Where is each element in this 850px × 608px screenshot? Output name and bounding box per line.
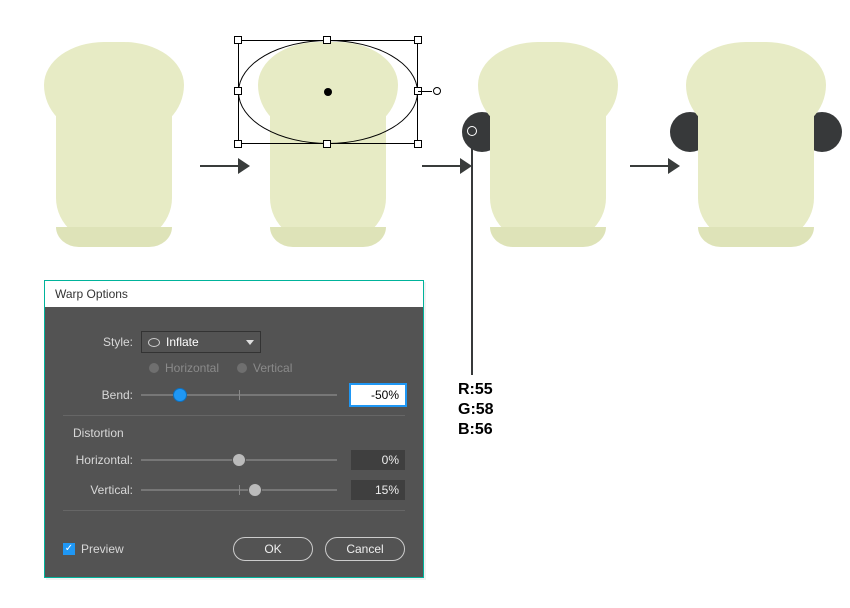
radio-icon bbox=[237, 363, 247, 373]
distortion-label: Distortion bbox=[73, 426, 405, 440]
rotate-handle[interactable] bbox=[433, 87, 441, 95]
body-shadow bbox=[698, 227, 814, 247]
warp-options-dialog: Warp Options Style: Inflate Horizontal V… bbox=[44, 280, 424, 578]
divider bbox=[63, 510, 405, 511]
handle-top-right[interactable] bbox=[414, 36, 422, 44]
style-dropdown[interactable]: Inflate bbox=[141, 331, 261, 353]
axis-radio-group: Horizontal Vertical bbox=[63, 361, 405, 375]
bend-value-input[interactable]: -50% bbox=[351, 385, 405, 405]
dist-h-value-input[interactable]: 0% bbox=[351, 450, 405, 470]
divider bbox=[63, 415, 405, 416]
rgb-readout: R:55 G:58 B:56 bbox=[458, 380, 494, 440]
bend-label: Bend: bbox=[63, 388, 141, 402]
rgb-r-value: R:55 bbox=[458, 380, 494, 400]
checkmark-icon: ✓ bbox=[63, 543, 75, 555]
axis-horizontal-radio[interactable]: Horizontal bbox=[149, 361, 219, 375]
slider-thumb[interactable] bbox=[248, 483, 262, 497]
body-shadow bbox=[56, 227, 172, 247]
axis-vertical-radio[interactable]: Vertical bbox=[237, 361, 292, 375]
chevron-down-icon bbox=[246, 340, 254, 345]
dist-h-slider[interactable] bbox=[141, 450, 337, 470]
dist-h-label: Horizontal: bbox=[63, 453, 141, 467]
head-shape bbox=[686, 42, 826, 132]
selection-bounding-box[interactable] bbox=[238, 40, 418, 144]
arrow-icon bbox=[422, 158, 472, 174]
handle-mid-left[interactable] bbox=[234, 87, 242, 95]
handle-bottom-left[interactable] bbox=[234, 140, 242, 148]
handle-top-mid[interactable] bbox=[323, 36, 331, 44]
dialog-title[interactable]: Warp Options bbox=[45, 281, 423, 307]
head-shape bbox=[44, 42, 184, 132]
rgb-b-value: B:56 bbox=[458, 420, 494, 440]
axis-h-label: Horizontal bbox=[165, 361, 219, 375]
radio-icon bbox=[149, 363, 159, 373]
handle-bottom-right[interactable] bbox=[414, 140, 422, 148]
dist-v-slider[interactable] bbox=[141, 480, 337, 500]
cancel-button[interactable]: Cancel bbox=[325, 537, 405, 561]
dist-v-value-input[interactable]: 15% bbox=[351, 480, 405, 500]
dist-v-label: Vertical: bbox=[63, 483, 141, 497]
arrow-icon bbox=[630, 158, 680, 174]
handle-top-left[interactable] bbox=[234, 36, 242, 44]
body-shadow bbox=[270, 227, 386, 247]
callout-line bbox=[471, 131, 473, 375]
arrow-icon bbox=[200, 158, 250, 174]
axis-v-label: Vertical bbox=[253, 361, 292, 375]
style-value: Inflate bbox=[166, 335, 199, 349]
body-shadow bbox=[490, 227, 606, 247]
handle-bottom-mid[interactable] bbox=[323, 140, 331, 148]
preview-label: Preview bbox=[81, 542, 124, 556]
style-label: Style: bbox=[63, 335, 141, 349]
ok-button[interactable]: OK bbox=[233, 537, 313, 561]
bend-slider[interactable] bbox=[141, 385, 337, 405]
callout-anchor-dot bbox=[467, 126, 477, 136]
head-shape bbox=[478, 42, 618, 132]
rgb-g-value: G:58 bbox=[458, 400, 494, 420]
slider-thumb[interactable] bbox=[173, 388, 187, 402]
preview-checkbox[interactable]: ✓ Preview bbox=[63, 542, 124, 556]
slider-thumb[interactable] bbox=[232, 453, 246, 467]
inflate-icon bbox=[148, 338, 160, 347]
